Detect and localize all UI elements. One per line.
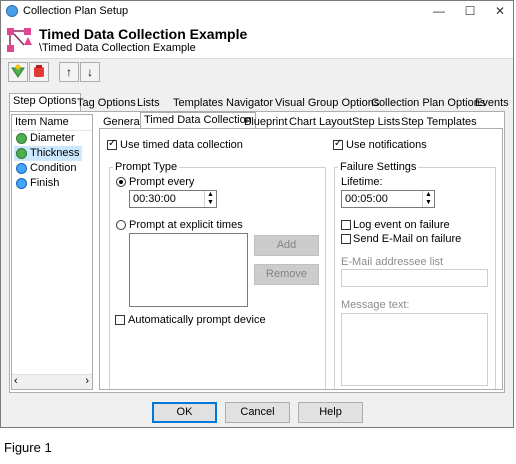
tree-item-label: Condition xyxy=(30,162,77,174)
tab-lists[interactable]: Lists xyxy=(133,95,164,112)
send-email-label: Send E-Mail on failure xyxy=(353,233,462,245)
app-icon xyxy=(6,5,18,17)
close-button[interactable]: ✕ xyxy=(485,1,515,21)
scroll-left-icon[interactable]: ‹ xyxy=(14,375,18,387)
main-tabs: Step Options Tag Options Lists Templates… xyxy=(0,93,516,112)
variable-step-icon xyxy=(16,148,27,159)
variable-step-icon xyxy=(16,133,27,144)
failure-settings-heading: Failure Settings xyxy=(338,161,419,173)
spin-arrows-icon[interactable]: ▲ ▼ xyxy=(422,191,434,207)
prompt-every-radio[interactable] xyxy=(116,177,126,187)
tree-item-diameter[interactable]: Diameter xyxy=(14,131,77,146)
minimize-button[interactable]: — xyxy=(424,1,454,21)
use-timed-checkbox[interactable] xyxy=(107,138,117,150)
tab-tag-options[interactable]: Tag Options xyxy=(73,95,140,112)
delete-step-icon xyxy=(34,65,44,77)
tab-templates[interactable]: Templates xyxy=(169,95,227,112)
attribute-step-icon xyxy=(16,163,27,174)
auto-prompt-checkbox[interactable] xyxy=(115,315,125,325)
add-step-button[interactable] xyxy=(8,62,28,82)
prompt-explicit-radio[interactable] xyxy=(116,220,126,230)
plan-header: Timed Data Collection Example \Timed Dat… xyxy=(1,21,513,59)
email-list-label: E-Mail addressee list xyxy=(341,256,444,268)
use-notifications-label: Use notifications xyxy=(346,139,427,151)
delete-step-button[interactable] xyxy=(29,62,49,82)
prompt-every-label: Prompt every xyxy=(129,176,195,188)
spin-arrows-icon[interactable]: ▲ ▼ xyxy=(204,191,216,207)
add-time-button[interactable]: Add xyxy=(254,235,319,256)
log-event-label: Log event on failure xyxy=(353,219,450,231)
attribute-step-icon xyxy=(16,178,27,189)
prompt-every-value: 00:30:00 xyxy=(133,193,176,205)
use-timed-label: Use timed data collection xyxy=(120,139,243,151)
tree-item-thickness[interactable]: Thickness xyxy=(14,146,82,161)
tab-events[interactable]: Events xyxy=(471,95,513,112)
maximize-button[interactable]: ☐ xyxy=(455,1,485,21)
move-down-button[interactable]: ↓ xyxy=(80,62,100,82)
cancel-button[interactable]: Cancel xyxy=(225,402,290,423)
help-button[interactable]: Help xyxy=(298,402,363,423)
figure-caption: Figure 1 xyxy=(4,440,52,455)
tree-horizontal-scrollbar[interactable]: ‹ › xyxy=(12,374,92,389)
send-email-checkbox[interactable] xyxy=(341,234,351,244)
explicit-times-list[interactable] xyxy=(129,233,248,307)
ok-button[interactable]: OK xyxy=(152,402,217,423)
plan-path: \Timed Data Collection Example xyxy=(39,42,196,54)
auto-prompt-label: Automatically prompt device xyxy=(128,314,266,326)
prompt-type-heading: Prompt Type xyxy=(113,161,180,173)
lifetime-label: Lifetime: xyxy=(341,176,383,188)
plan-title: Timed Data Collection Example xyxy=(39,26,248,42)
scroll-right-icon[interactable]: › xyxy=(85,375,89,387)
remove-time-button[interactable]: Remove xyxy=(254,264,319,285)
toolbar: ↑ ↓ xyxy=(1,59,513,87)
add-step-icon xyxy=(11,64,25,78)
message-text-input[interactable] xyxy=(341,313,488,386)
item-tree[interactable]: Item Name Diameter Thickness Condition F… xyxy=(11,114,93,390)
lifetime-interval[interactable]: 00:05:00 ▲ ▼ xyxy=(341,190,435,208)
window-title: Collection Plan Setup xyxy=(23,5,129,17)
tree-item-label: Thickness xyxy=(30,147,80,159)
move-up-button[interactable]: ↑ xyxy=(59,62,79,82)
tree-item-label: Finish xyxy=(30,177,60,189)
email-list-input[interactable] xyxy=(341,269,488,287)
tab-navigator[interactable]: Navigator xyxy=(222,95,277,112)
collection-plan-icon xyxy=(7,28,32,52)
prompt-explicit-label: Prompt at explicit times xyxy=(129,219,243,231)
lifetime-value: 00:05:00 xyxy=(345,193,388,205)
message-text-label: Message text: xyxy=(341,299,410,311)
prompt-every-interval[interactable]: 00:30:00 ▲ ▼ xyxy=(129,190,217,208)
log-event-checkbox[interactable] xyxy=(341,220,351,230)
tree-item-label: Diameter xyxy=(30,132,75,144)
use-notifications-checkbox[interactable] xyxy=(333,138,343,150)
title-bar: Collection Plan Setup — ☐ ✕ xyxy=(1,1,513,21)
tree-item-finish[interactable]: Finish xyxy=(14,176,61,191)
tree-item-condition[interactable]: Condition xyxy=(14,161,78,176)
tab-step-options[interactable]: Step Options xyxy=(9,93,81,112)
